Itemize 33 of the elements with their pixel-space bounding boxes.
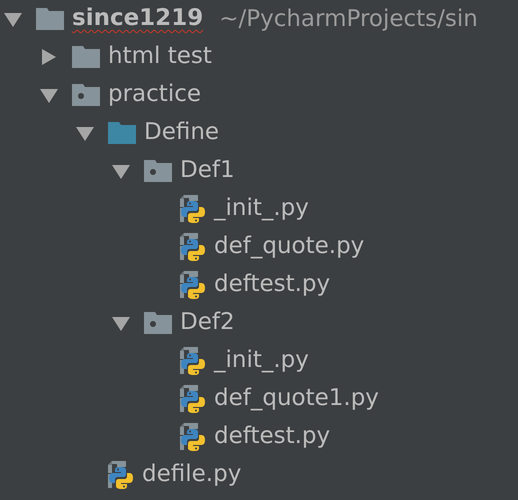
folder-name[interactable]: since1219 — [72, 5, 204, 33]
collapse-arrow[interactable] — [112, 315, 130, 331]
folder-icon — [36, 8, 64, 30]
python-file-icon — [108, 461, 134, 489]
folder-icon — [108, 122, 136, 144]
collapse-arrow[interactable] — [76, 125, 94, 141]
project-path: ~/PycharmProjects/sin — [219, 4, 478, 34]
package-folder-icon — [144, 160, 172, 182]
python-file-icon — [180, 271, 206, 299]
folder-name[interactable]: practice — [108, 81, 201, 109]
python-file-icon — [180, 385, 206, 413]
collapse-arrow[interactable] — [40, 87, 58, 103]
file-name[interactable]: deftest.py — [214, 271, 330, 299]
file-name[interactable]: defile.py — [142, 461, 242, 489]
folder-name[interactable]: Define — [144, 119, 220, 147]
folder-name[interactable]: html test — [108, 43, 212, 71]
collapse-arrow[interactable] — [4, 11, 22, 27]
collapse-arrow[interactable] — [112, 163, 130, 179]
folder-icon — [72, 46, 100, 68]
folder-name[interactable]: Def2 — [180, 309, 235, 337]
file-name[interactable]: def_quote1.py — [214, 385, 379, 413]
python-file-icon — [180, 423, 206, 451]
package-folder-icon — [144, 312, 172, 334]
file-name[interactable]: deftest.py — [214, 423, 330, 451]
file-name[interactable]: def_quote.py — [214, 233, 364, 261]
package-folder-icon — [72, 84, 100, 106]
folder-name[interactable]: Def1 — [180, 157, 235, 185]
python-file-icon — [180, 233, 206, 261]
file-name[interactable]: _init_.py — [214, 347, 309, 375]
python-file-icon — [180, 347, 206, 375]
python-file-icon — [180, 195, 206, 223]
expand-arrow[interactable] — [40, 49, 58, 65]
file-name[interactable]: _init_.py — [214, 195, 309, 223]
